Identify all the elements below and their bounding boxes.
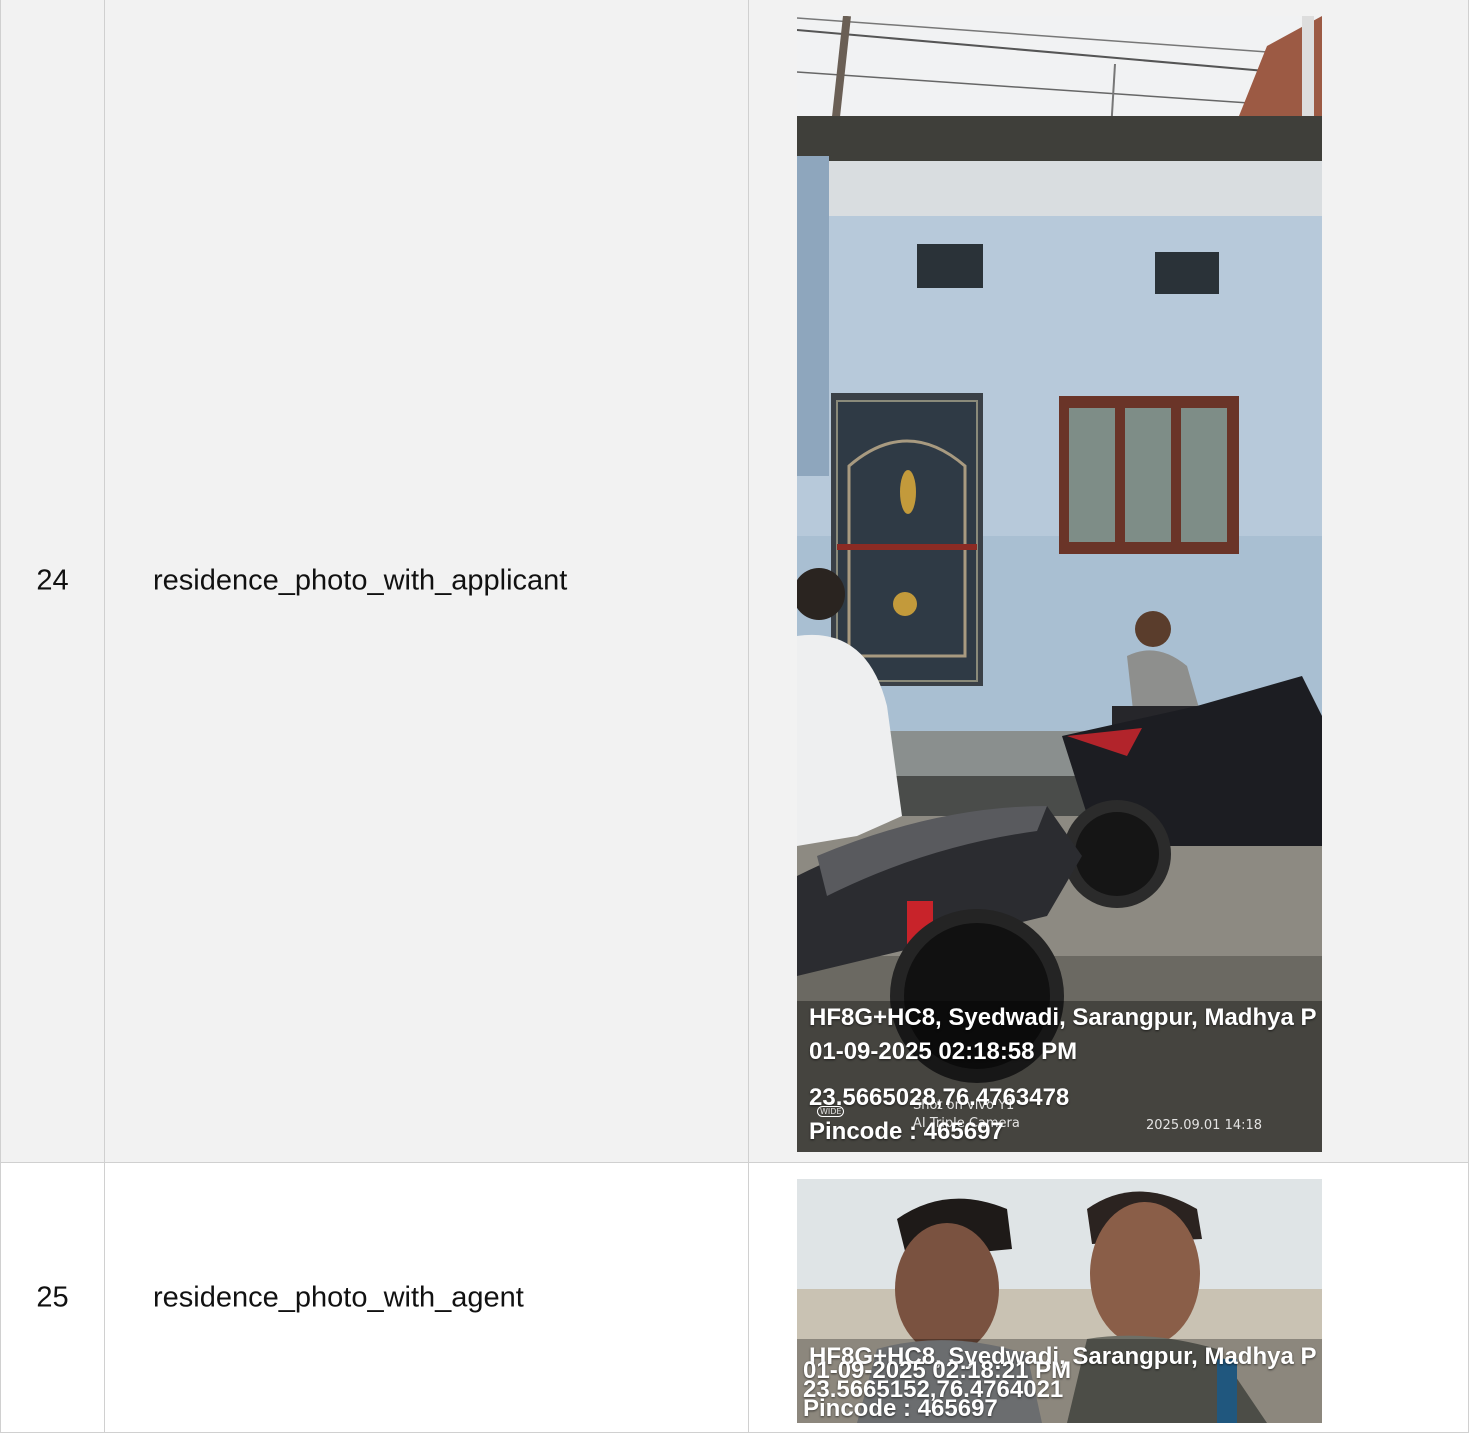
table-row: 24 residence_photo_with_applicant HF8G+H…	[1, 0, 1468, 1163]
photo-pincode: Pincode : 465697	[803, 1395, 998, 1422]
photo-datetime: 01-09-2025 02:18:58 PM	[809, 1038, 1078, 1065]
photo-table: 24 residence_photo_with_applicant HF8G+H…	[0, 0, 1469, 1433]
photo-cell: HF8G+HC8, Syedwadi, Sarangpur, Madhya P …	[749, 0, 1468, 1162]
document-name: residence_photo_with_applicant	[153, 564, 568, 597]
row-number-cell: 25	[1, 1163, 105, 1432]
document-name: residence_photo_with_agent	[153, 1281, 524, 1313]
document-name-cell: residence_photo_with_agent	[105, 1163, 749, 1432]
document-name-cell: residence_photo_with_applicant	[105, 0, 749, 1162]
camera-brand-line1: Shot on vivo Y1	[913, 1098, 1015, 1113]
camera-brand-line2: AI Triple Camera	[913, 1116, 1020, 1131]
photo-cell: HF8G+HC8, Syedwadi, Sarangpur, Madhya P …	[749, 1163, 1468, 1432]
photo-address: HF8G+HC8, Syedwadi, Sarangpur, Madhya P	[809, 1004, 1317, 1031]
residence-photo-agent[interactable]: HF8G+HC8, Syedwadi, Sarangpur, Madhya P …	[797, 1179, 1322, 1423]
camera-badge: WIDE	[817, 1106, 845, 1117]
table-row: 25 residence_photo_with_agent HF8G+HC8, …	[1, 1163, 1468, 1433]
row-number: 24	[36, 564, 69, 597]
row-number: 25	[36, 1281, 69, 1313]
residence-photo-applicant[interactable]: HF8G+HC8, Syedwadi, Sarangpur, Madhya P …	[797, 16, 1322, 1152]
residence-photo-image	[797, 16, 1322, 1152]
row-number-cell: 24	[1, 0, 105, 1162]
photo-timestamp-stamp: 2025.09.01 14:18	[1146, 1118, 1263, 1133]
